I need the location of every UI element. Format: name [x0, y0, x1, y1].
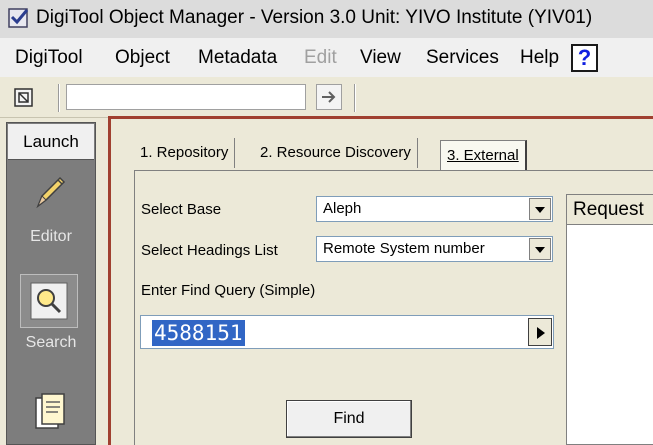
chevron-down-icon[interactable]: [529, 238, 551, 260]
go-arrow-button[interactable]: [316, 84, 342, 110]
exit-icon[interactable]: [14, 88, 34, 108]
editor-pencil-icon[interactable]: [30, 172, 70, 212]
magnifier-icon: [30, 282, 68, 320]
menu-edit[interactable]: Edit: [304, 46, 337, 70]
select-base-value: Aleph: [323, 200, 362, 217]
chevron-down-icon[interactable]: [529, 198, 551, 220]
find-button[interactable]: Find: [286, 400, 412, 438]
document-icon[interactable]: [32, 392, 68, 432]
menu-metadata[interactable]: Metadata: [198, 46, 277, 70]
window-title: DigiTool Object Manager - Version 3.0 Un…: [36, 7, 593, 28]
menu-view[interactable]: View: [360, 46, 401, 70]
tab-external[interactable]: 3. External: [440, 140, 527, 171]
menu-digitool[interactable]: DigiTool: [15, 46, 83, 70]
headings-list-value: Remote System number: [323, 240, 485, 257]
request-panel: [566, 194, 653, 445]
arrow-right-icon: [322, 91, 336, 103]
toolbar-input[interactable]: [66, 84, 306, 110]
select-base-dropdown[interactable]: Aleph: [316, 196, 553, 222]
toolbar-separator: [58, 84, 60, 112]
menu-help[interactable]: Help: [520, 46, 559, 70]
menu-bar: DigiTool Object Metadata Edit View Servi…: [0, 38, 653, 77]
headings-list-dropdown[interactable]: Remote System number: [316, 236, 553, 262]
find-query-input[interactable]: 4588151: [140, 315, 554, 349]
headings-list-label: Select Headings List: [141, 242, 278, 259]
menu-services[interactable]: Services: [426, 46, 499, 70]
launch-tab[interactable]: Launch: [8, 124, 94, 160]
select-base-label: Select Base: [141, 201, 222, 218]
help-button[interactable]: ?: [571, 44, 598, 72]
request-header[interactable]: Request: [567, 195, 653, 225]
query-label: Enter Find Query (Simple): [141, 282, 316, 299]
tab-repository[interactable]: 1. Repository: [134, 138, 236, 168]
menu-object[interactable]: Object: [115, 46, 170, 70]
search-launch-button[interactable]: [20, 274, 78, 328]
launch-item-search[interactable]: Search: [8, 334, 94, 352]
query-go-button[interactable]: [528, 318, 552, 346]
tab-resource-discovery[interactable]: 2. Resource Discovery: [254, 138, 418, 168]
toolbar-separator: [354, 84, 356, 112]
app-icon[interactable]: [8, 7, 30, 29]
launch-item-editor[interactable]: Editor: [8, 228, 94, 246]
query-value: 4588151: [152, 320, 245, 346]
